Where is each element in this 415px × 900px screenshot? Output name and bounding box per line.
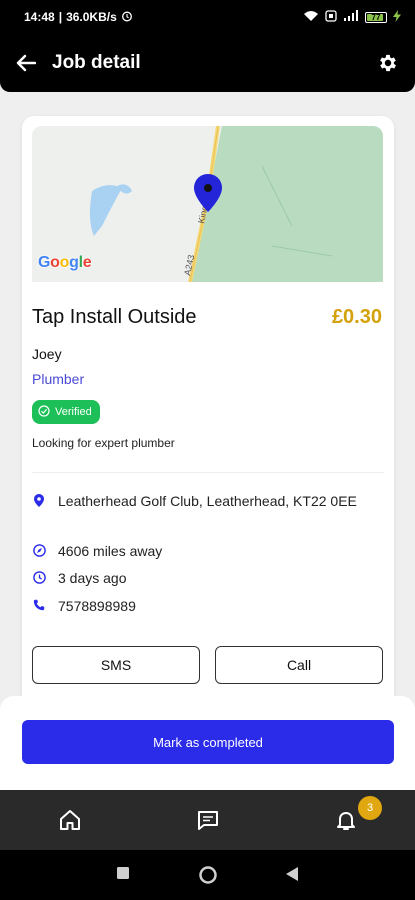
location-map[interactable]: Kingston A243 Google bbox=[32, 126, 383, 282]
phone-row: 7578898989 bbox=[32, 595, 378, 617]
home-circle-icon[interactable] bbox=[198, 865, 218, 890]
job-posted: 3 days ago bbox=[58, 570, 127, 586]
verified-label: Verified bbox=[55, 406, 92, 418]
client-name: Joey bbox=[32, 346, 62, 362]
trade-link[interactable]: Plumber bbox=[32, 371, 84, 387]
status-right: 77 bbox=[303, 9, 401, 25]
sim-icon bbox=[325, 9, 337, 25]
back-triangle-icon[interactable] bbox=[285, 866, 299, 887]
sms-button[interactable]: SMS bbox=[32, 646, 200, 684]
job-phone[interactable]: 7578898989 bbox=[58, 595, 378, 617]
system-nav-bar bbox=[0, 850, 415, 900]
location-pin-icon bbox=[32, 490, 46, 510]
notification-count-badge: 3 bbox=[358, 796, 382, 820]
check-circle-icon bbox=[38, 404, 50, 420]
bottom-sheet: Mark as completed bbox=[0, 696, 415, 792]
divider bbox=[32, 472, 384, 473]
status-left: 14:48 | 36.0KB/s bbox=[24, 10, 133, 25]
home-icon[interactable] bbox=[56, 806, 84, 834]
job-title: Tap Install Outside bbox=[32, 306, 197, 328]
app-header: Job detail bbox=[0, 34, 415, 92]
page-title: Job detail bbox=[52, 52, 141, 73]
status-time: 14:48 bbox=[24, 10, 55, 24]
mark-completed-button[interactable]: Mark as completed bbox=[22, 720, 394, 764]
arrow-left-icon[interactable] bbox=[14, 51, 38, 75]
clock-icon bbox=[32, 567, 46, 587]
compass-icon bbox=[32, 540, 46, 560]
charging-icon bbox=[393, 9, 401, 25]
recents-icon[interactable] bbox=[116, 866, 130, 885]
job-price: £0.30 bbox=[331, 306, 382, 328]
gear-icon[interactable] bbox=[375, 50, 401, 76]
verified-badge: Verified bbox=[32, 400, 100, 424]
status-speed: 36.0KB/s bbox=[66, 10, 117, 24]
bottom-nav bbox=[0, 790, 415, 850]
phone-icon bbox=[32, 595, 46, 615]
job-distance: 4606 miles away bbox=[58, 543, 163, 559]
distance-row: 4606 miles away bbox=[32, 540, 378, 562]
bell-icon[interactable] bbox=[332, 806, 360, 834]
job-card: Kingston A243 Google Tap Install Outside… bbox=[22, 116, 394, 716]
battery-icon: 77 bbox=[365, 11, 387, 23]
status-separator: | bbox=[58, 10, 63, 24]
address-row: Leatherhead Golf Club, Leatherhead, KT22… bbox=[32, 490, 378, 512]
alarm-icon bbox=[121, 10, 133, 25]
battery-level: 77 bbox=[371, 12, 381, 22]
posted-row: 3 days ago bbox=[32, 567, 378, 589]
wifi-icon bbox=[303, 10, 319, 25]
status-bar: 14:48 | 36.0KB/s 77 bbox=[0, 0, 415, 34]
call-button[interactable]: Call bbox=[215, 646, 383, 684]
google-logo: Google bbox=[38, 254, 92, 271]
job-address: Leatherhead Golf Club, Leatherhead, KT22… bbox=[58, 493, 357, 509]
job-description: Looking for expert plumber bbox=[32, 436, 175, 450]
signal-icon bbox=[343, 9, 359, 25]
chat-icon[interactable] bbox=[194, 806, 222, 834]
